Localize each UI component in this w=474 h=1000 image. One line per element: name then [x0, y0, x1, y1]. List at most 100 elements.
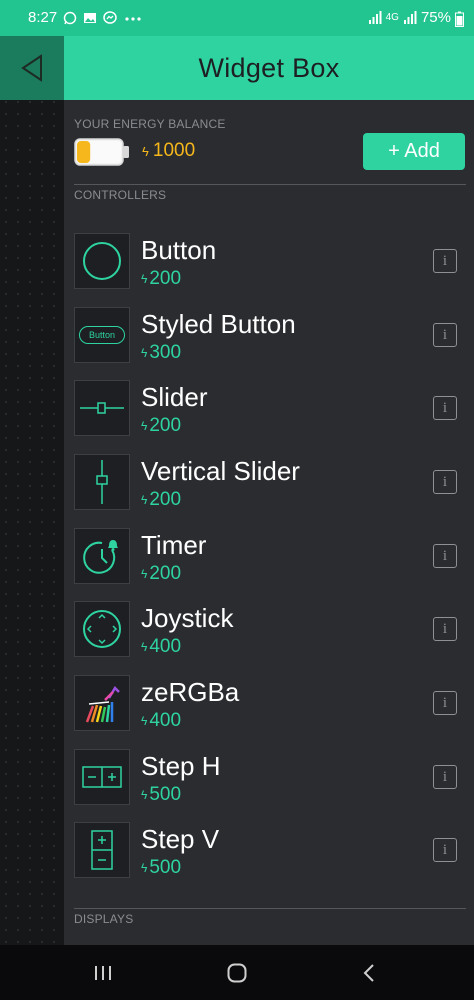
widget-item-styled-button[interactable]: Button Styled Button ϟ 300 i — [74, 307, 466, 367]
info-button[interactable]: i — [433, 765, 457, 789]
canvas-strip — [0, 36, 64, 945]
widget-name: Step H — [141, 751, 221, 781]
widget-item-step-h[interactable]: Step H ϟ 500 i — [74, 749, 466, 809]
widget-price-value: 500 — [149, 784, 182, 805]
bolt-icon: ϟ — [141, 567, 148, 581]
signal-icon — [368, 10, 382, 25]
widget-item-joystick[interactable]: Joystick ϟ 400 i — [74, 601, 466, 661]
step-v-icon — [74, 822, 130, 878]
nav-back-button[interactable] — [356, 960, 382, 986]
widget-name: Slider — [141, 382, 208, 412]
styled-button-icon: Button — [74, 307, 130, 363]
section-divider — [74, 908, 466, 909]
displays-label: DISPLAYS — [74, 912, 134, 926]
widget-price-value: 500 — [149, 857, 182, 878]
widget-price-value: 400 — [149, 710, 182, 731]
widget-name: Step V — [141, 824, 220, 854]
section-divider — [74, 184, 466, 185]
widget-price-value: 400 — [149, 636, 182, 657]
bolt-icon: ϟ — [141, 272, 148, 286]
messenger-icon — [103, 10, 117, 25]
energy-balance-value: 1000 — [152, 140, 196, 161]
add-energy-button[interactable]: + Add — [363, 133, 465, 170]
timer-icon — [74, 528, 130, 584]
zebra-icon — [74, 675, 130, 731]
info-icon: i — [442, 620, 448, 637]
battery-icon — [74, 138, 132, 171]
widget-price: ϟ 200 — [141, 563, 181, 585]
more-dots-icon — [123, 11, 143, 25]
button-circle-icon — [74, 233, 130, 289]
page-title: Widget Box — [198, 52, 340, 83]
energy-balance: ϟ 1000 — [142, 140, 195, 162]
info-button[interactable]: i — [433, 470, 457, 494]
bolt-icon: ϟ — [141, 346, 148, 360]
widget-price-value: 200 — [149, 268, 182, 289]
widget-price: ϟ 500 — [141, 784, 181, 806]
widget-price: ϟ 300 — [141, 342, 181, 364]
controllers-label: CONTROLLERS — [74, 188, 167, 202]
styled-button-icon-text: Button — [88, 330, 116, 340]
info-icon: i — [442, 399, 448, 416]
info-button[interactable]: i — [433, 838, 457, 862]
energy-balance-label: YOUR ENERGY BALANCE — [74, 117, 226, 131]
battery-percent: 75% — [420, 9, 451, 26]
info-button[interactable]: i — [433, 617, 457, 641]
whatsapp-icon — [63, 11, 77, 25]
bolt-icon: ϟ — [141, 861, 148, 875]
slider-icon — [74, 380, 130, 436]
info-icon: i — [442, 694, 448, 711]
widget-price-value: 300 — [149, 342, 182, 363]
widget-price-value: 200 — [149, 415, 182, 436]
widget-price-value: 200 — [149, 489, 182, 510]
info-button[interactable]: i — [433, 249, 457, 273]
widget-name: Timer — [141, 530, 207, 560]
add-energy-label: + Add — [388, 140, 440, 162]
bolt-icon: ϟ — [141, 493, 148, 507]
system-nav-bar — [0, 945, 474, 1000]
recent-apps-icon — [95, 966, 111, 980]
signal-icon-2 — [403, 10, 417, 25]
info-button[interactable]: i — [433, 544, 457, 568]
vertical-slider-icon — [74, 454, 130, 510]
network-type-label: 4G — [385, 12, 399, 23]
widget-item-step-v[interactable]: Step V ϟ 500 i — [74, 822, 466, 882]
header-bar: Widget Box — [64, 36, 474, 100]
widget-item-vertical-slider[interactable]: Vertical Slider ϟ 200 i — [74, 454, 466, 514]
info-button[interactable]: i — [433, 396, 457, 420]
widget-price: ϟ 400 — [141, 636, 181, 658]
widget-item-button[interactable]: Button ϟ 200 i — [74, 233, 466, 293]
info-icon: i — [442, 841, 448, 858]
bolt-icon: ϟ — [141, 788, 148, 802]
info-button[interactable]: i — [433, 323, 457, 347]
info-button[interactable]: i — [433, 691, 457, 715]
widget-price: ϟ 200 — [141, 415, 181, 437]
recent-apps-button[interactable] — [90, 960, 116, 986]
bolt-icon: ϟ — [141, 714, 148, 728]
info-icon: i — [442, 768, 448, 785]
widget-item-timer[interactable]: Timer ϟ 200 i — [74, 528, 466, 588]
widget-price: ϟ 200 — [141, 489, 181, 511]
widget-price: ϟ 200 — [141, 268, 181, 290]
gallery-icon — [83, 11, 97, 25]
widget-name: Button — [141, 235, 217, 265]
widget-panel — [64, 100, 474, 945]
widget-price-value: 200 — [149, 563, 182, 584]
nav-back-icon — [363, 964, 374, 982]
info-icon: i — [442, 326, 448, 343]
home-button[interactable] — [224, 960, 250, 986]
widget-item-slider[interactable]: Slider ϟ 200 i — [74, 380, 466, 440]
home-icon — [227, 963, 247, 983]
widget-name: Vertical Slider — [141, 456, 300, 486]
back-button[interactable] — [0, 36, 64, 100]
widget-price: ϟ 400 — [141, 710, 181, 732]
info-icon: i — [442, 547, 448, 564]
back-arrow-icon — [21, 54, 42, 82]
widget-price: ϟ 500 — [141, 857, 181, 879]
info-icon: i — [442, 252, 448, 269]
bolt-icon: ϟ — [142, 143, 149, 159]
bolt-icon: ϟ — [141, 419, 148, 433]
battery-charging-icon — [455, 11, 464, 27]
status-bar: 8:27 4G 75% — [0, 0, 474, 36]
widget-item-zergba[interactable]: zeRGBa ϟ 400 i — [74, 675, 466, 735]
